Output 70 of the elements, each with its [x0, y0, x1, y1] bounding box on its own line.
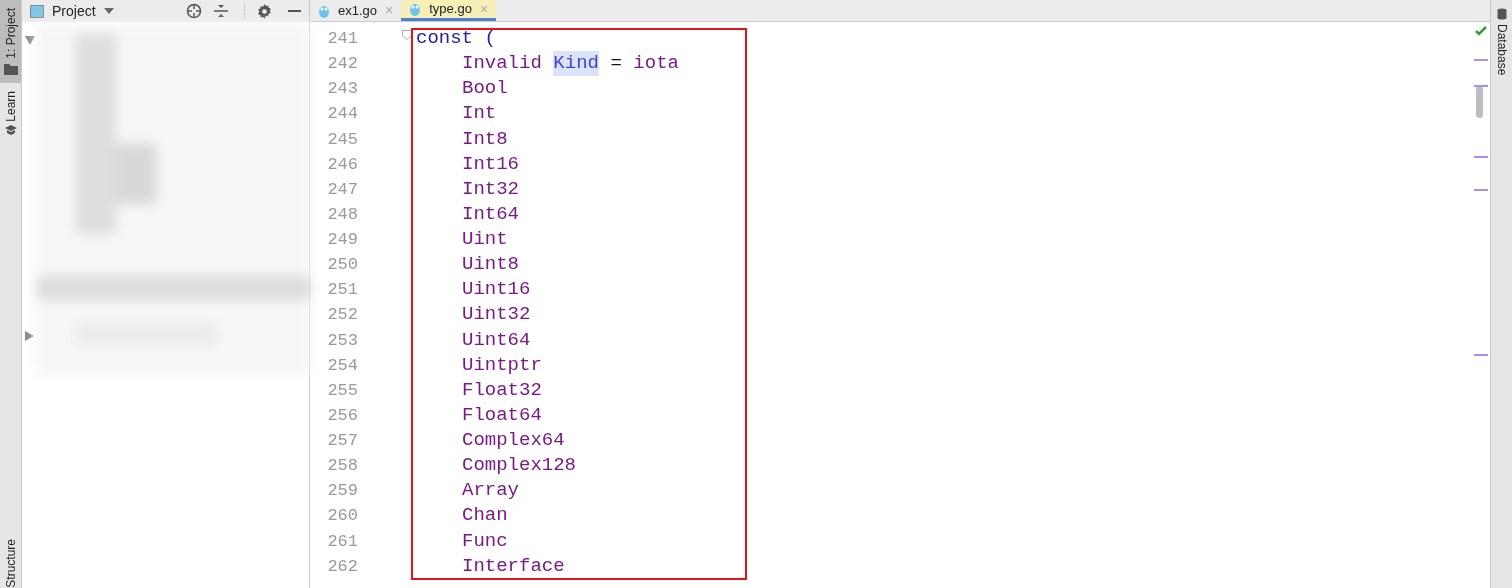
settings-icon[interactable] [257, 3, 272, 19]
code-token: Interface [462, 553, 565, 579]
line-number: 249 [326, 229, 359, 251]
window-icon [30, 4, 44, 18]
code-token: Uint32 [462, 302, 531, 328]
code-token: Invalid [462, 51, 542, 77]
code-token: Chan [462, 503, 508, 529]
code-token: Int32 [462, 176, 519, 202]
collapsed-arrow-icon[interactable] [25, 331, 35, 341]
line-number: 259 [326, 480, 359, 503]
code-token: Float32 [462, 377, 542, 403]
code-token: Float64 [462, 402, 542, 428]
gopher-icon [409, 2, 422, 16]
line-number: 244 [326, 103, 359, 126]
line-number: 247 [326, 178, 359, 201]
code-token: Uint [462, 227, 508, 252]
line-number: 251 [326, 279, 359, 302]
scrollbar-thumb[interactable] [1476, 86, 1483, 118]
line-number: 256 [326, 404, 359, 427]
code-token: iota [633, 51, 679, 77]
code-token: Kind [553, 51, 599, 77]
fold-marker-icon[interactable] [402, 30, 412, 40]
tool-window-tab[interactable]: Learn [0, 82, 21, 144]
code-token: = [610, 51, 622, 77]
gopher-icon [318, 3, 330, 18]
code-token: Int8 [462, 126, 508, 152]
code-token: Bool [462, 76, 508, 102]
collapse-icon[interactable] [214, 4, 228, 18]
tool-window-tab[interactable]: 1: Project [0, 0, 21, 83]
expand-arrow-icon[interactable] [25, 36, 35, 46]
line-number: 246 [326, 153, 359, 176]
code-token: Array [462, 478, 519, 504]
line-number: 254 [326, 354, 359, 377]
tool-window-tab[interactable]: Structure [0, 539, 24, 588]
line-number: 252 [326, 304, 359, 327]
code-token: Uint8 [462, 252, 519, 278]
editor-tab[interactable]: type.go × [401, 0, 497, 21]
code-token: Int64 [462, 201, 519, 227]
line-number: 258 [326, 455, 359, 478]
graduation-cap-icon [4, 125, 17, 136]
line-number: 255 [326, 379, 359, 402]
database-icon [1496, 8, 1507, 20]
line-number: 250 [326, 254, 359, 277]
code-token: const ( [416, 26, 496, 51]
dropdown-caret-icon[interactable] [103, 8, 114, 14]
code-token: Uint64 [462, 327, 531, 353]
editor-tab[interactable]: ex1.go × [310, 0, 402, 21]
minimize-icon[interactable] [288, 9, 301, 13]
line-number: 248 [326, 203, 359, 226]
line-number: 242 [326, 53, 359, 76]
code-token: Int16 [462, 151, 519, 177]
locate-icon[interactable] [186, 3, 202, 19]
code-token: Complex128 [462, 453, 577, 479]
line-number: 260 [326, 505, 359, 528]
tool-window-tab[interactable]: Database [1491, 0, 1512, 84]
code-token: Func [462, 528, 508, 554]
check-icon [1475, 26, 1487, 36]
code-token: Complex64 [462, 428, 565, 453]
code-token: Uint16 [462, 277, 531, 303]
line-number: 245 [326, 128, 359, 151]
line-number: 257 [326, 430, 359, 452]
line-number: 243 [326, 78, 359, 101]
panel-title[interactable]: Project [52, 0, 96, 22]
line-number: 253 [326, 329, 359, 352]
code-token: Int [462, 101, 497, 127]
folder-icon [3, 62, 18, 75]
code-token: Uintptr [462, 352, 542, 378]
line-number: 261 [326, 530, 359, 553]
line-number: 262 [326, 555, 359, 578]
line-number: 241 [326, 28, 359, 50]
